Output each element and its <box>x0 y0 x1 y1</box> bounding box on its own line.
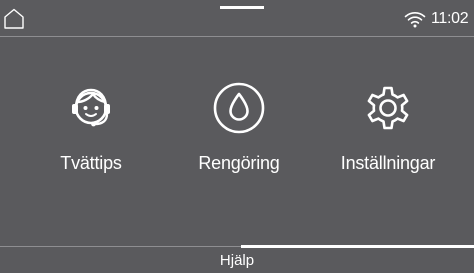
gear-icon <box>367 86 409 130</box>
tile-washing-tips[interactable]: Tvättips <box>21 80 161 190</box>
status-divider <box>0 36 474 37</box>
help-button[interactable]: Hjälp <box>0 247 474 273</box>
water-drop-icon <box>213 82 265 134</box>
home-screen: 11:02 Tvättips Rengöring Inställningar H… <box>0 0 474 273</box>
pull-down-handle[interactable] <box>220 6 264 9</box>
home-icon[interactable] <box>3 8 25 30</box>
help-label: Hjälp <box>219 252 255 269</box>
tile-label: Tvättips <box>60 153 122 173</box>
status-bar: 11:02 <box>0 0 474 36</box>
tile-settings[interactable]: Inställningar <box>318 80 458 190</box>
wifi-icon <box>404 12 426 28</box>
clock: 11:02 <box>431 10 469 27</box>
tile-label: Inställningar <box>340 153 436 173</box>
support-agent-icon <box>72 88 110 127</box>
tile-cleaning[interactable]: Rengöring <box>169 80 309 190</box>
tile-label: Rengöring <box>198 153 280 173</box>
